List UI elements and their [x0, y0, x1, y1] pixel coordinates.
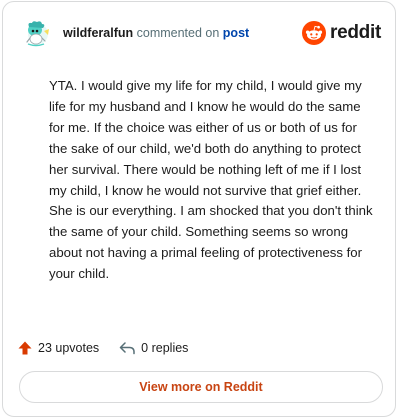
reddit-logo-icon: [302, 21, 327, 45]
snoo-avatar-icon: [24, 19, 52, 47]
upvotes-count: 23 upvotes: [38, 341, 100, 355]
upvote-arrow-icon: [18, 341, 32, 355]
comment-stats: 23 upvotes 0 replies: [17, 338, 188, 358]
post-link[interactable]: post: [223, 26, 249, 40]
commented-on-text: commented on: [133, 26, 223, 40]
comment-embed-card: wildferalfun commented on post reddit YT…: [2, 1, 396, 417]
reddit-logo[interactable]: reddit: [302, 20, 381, 46]
reddit-wordmark: reddit: [330, 22, 381, 43]
user-avatar[interactable]: [23, 18, 53, 48]
comment-meta: wildferalfun commented on post: [63, 26, 249, 40]
username-link[interactable]: wildferalfun: [63, 26, 133, 40]
replies-count: 0 replies: [141, 341, 189, 355]
upvotes-stat[interactable]: 23 upvotes: [17, 340, 99, 356]
replies-stat[interactable]: 0 replies: [119, 340, 188, 356]
comment-body: YTA. I would give my life for my child, …: [49, 78, 373, 282]
reply-arrow-icon: [119, 342, 135, 355]
view-more-button[interactable]: View more on Reddit: [19, 371, 383, 403]
comment-header: wildferalfun commented on post reddit: [23, 18, 381, 50]
